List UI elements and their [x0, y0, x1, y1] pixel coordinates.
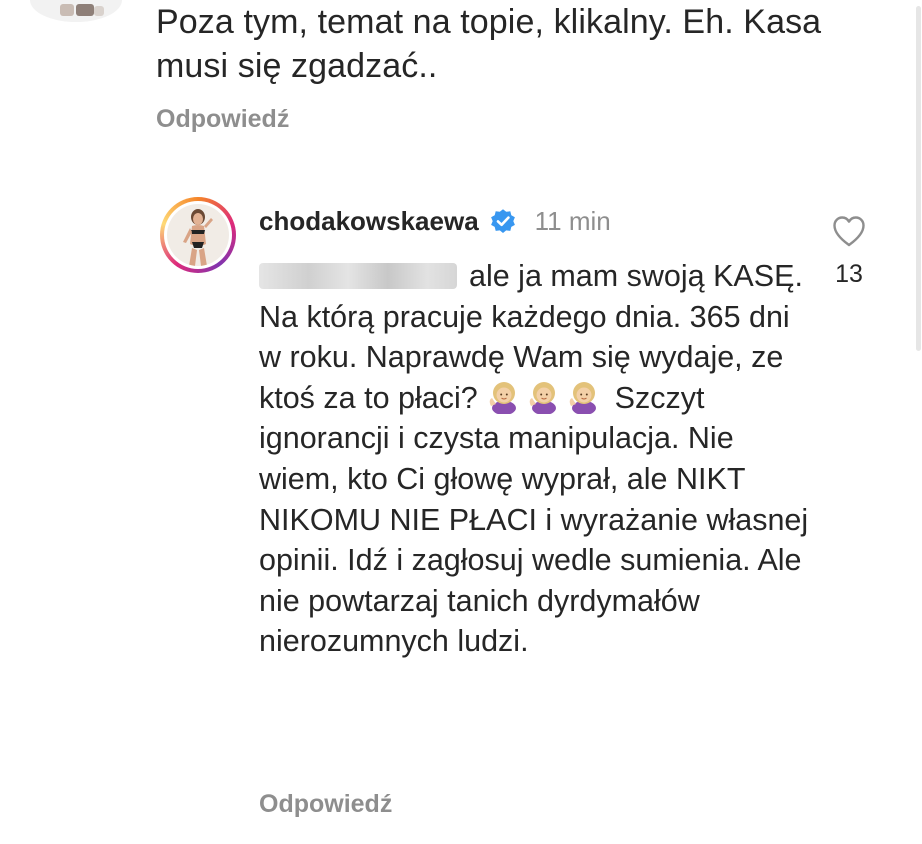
commenter-avatar[interactable] — [160, 197, 236, 273]
verified-badge-icon — [490, 209, 515, 233]
comment-text-part-2: Szczyt ignorancji i czysta manipulacja. … — [259, 380, 809, 659]
avatar-photo — [167, 204, 229, 266]
previous-comment-reply-button[interactable]: Odpowiedź — [156, 104, 289, 134]
avatar-blur-pixel — [94, 6, 104, 16]
comment-timestamp: 11 min — [534, 205, 611, 236]
commenter-username[interactable]: chodakowskaewa — [259, 206, 479, 237]
woman-tipping-hand-emoji — [489, 381, 517, 414]
woman-tipping-hand-emoji — [569, 381, 597, 414]
like-area: 13 — [822, 212, 876, 289]
comment-header: chodakowskaewa 11 min — [259, 201, 611, 241]
like-count: 13 — [835, 260, 863, 288]
comment-text: ale ja mam swoją KASĘ. Na którą pracuje … — [259, 256, 819, 662]
avatar-blur-pixel — [76, 4, 94, 16]
blurred-mention — [259, 263, 457, 289]
woman-tipping-hand-emoji — [529, 381, 557, 414]
previous-comment-avatar[interactable] — [30, 0, 122, 22]
scrollbar-thumb[interactable] — [916, 6, 921, 351]
heart-outline-icon[interactable] — [830, 212, 868, 250]
avatar-ring-gap — [164, 201, 232, 269]
avatar-blur-pixel — [60, 4, 74, 16]
previous-comment-text: Poza tym, temat na topie, klikalny. Eh. … — [156, 3, 822, 85]
reply-button[interactable]: Odpowiedź — [259, 789, 392, 819]
